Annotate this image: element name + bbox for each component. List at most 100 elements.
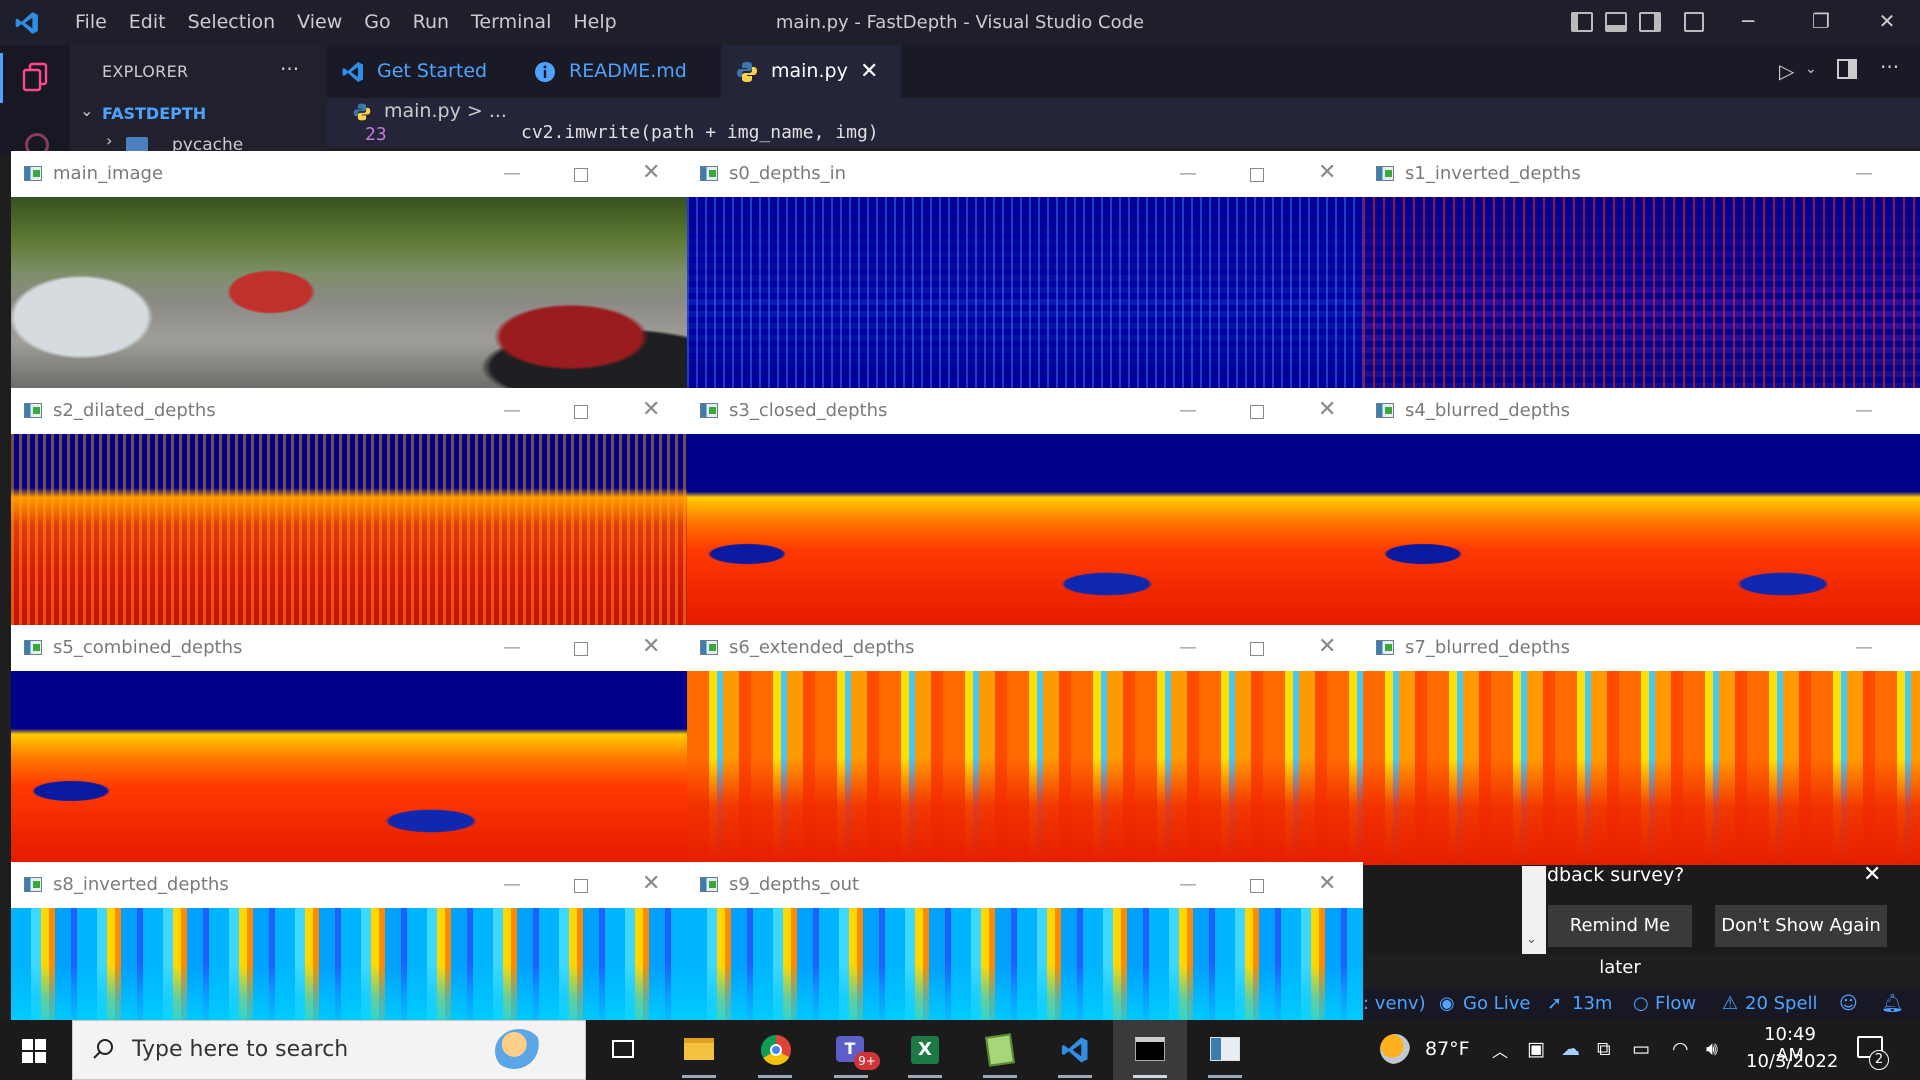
minimize-icon[interactable]: — xyxy=(503,163,521,184)
task-view-button[interactable] xyxy=(586,1020,660,1080)
customize-layout-icon[interactable] xyxy=(1684,12,1704,32)
cv-window-titlebar[interactable]: s6_extended_depths — ✕ xyxy=(687,625,1363,671)
close-icon[interactable]: ✕ xyxy=(1318,397,1336,422)
tab-readme[interactable]: README.md xyxy=(519,45,721,98)
battery-icon[interactable]: ▭ xyxy=(1632,1038,1650,1060)
vscode-logo-icon[interactable] xyxy=(14,10,40,36)
workspace-folder[interactable]: FASTDEPTH xyxy=(102,104,206,123)
status-timer[interactable]: 13m xyxy=(1572,993,1612,1014)
status-flow[interactable]: Flow xyxy=(1655,993,1696,1014)
taskbar-vscode[interactable] xyxy=(1038,1020,1112,1080)
toggle-sidebar-icon[interactable] xyxy=(1571,12,1593,32)
maximize-icon[interactable] xyxy=(574,168,588,182)
cv-window-s3-closed-depths[interactable]: s3_closed_depths — ✕ xyxy=(687,388,1363,626)
cv-window-s0-depths-in[interactable]: s0_depths_in — ✕ xyxy=(687,151,1363,389)
minimize-icon[interactable]: — xyxy=(1855,400,1873,421)
chevron-down-icon[interactable]: ⌄ xyxy=(1805,61,1817,77)
more-actions-icon[interactable]: ··· xyxy=(1880,55,1899,79)
close-icon[interactable]: ✕ xyxy=(642,634,660,659)
cv-window-titlebar[interactable]: s4_blurred_depths — xyxy=(1363,388,1920,434)
window-close-button[interactable]: ✕ xyxy=(1858,0,1916,45)
taskbar-notepad-plus-plus[interactable] xyxy=(963,1020,1037,1080)
volume-icon[interactable]: 🔊︎ xyxy=(1706,1038,1718,1060)
cv-window-s9-depths-out[interactable]: s9_depths_out — ✕ xyxy=(687,862,1363,1020)
bell-icon[interactable]: 🔔︎ xyxy=(1881,993,1904,1014)
maximize-icon[interactable] xyxy=(1250,642,1264,656)
minimize-icon[interactable]: — xyxy=(1179,400,1197,421)
cv-window-titlebar[interactable]: s7_blurred_depths — xyxy=(1363,625,1920,671)
dont-show-again-button[interactable]: Don't Show Again xyxy=(1715,905,1887,947)
maximize-icon[interactable] xyxy=(574,405,588,419)
minimize-icon[interactable]: — xyxy=(1179,637,1197,658)
close-icon[interactable]: ✕ xyxy=(1318,634,1336,659)
cv-window-main-image[interactable]: main_image — ✕ xyxy=(11,151,687,389)
chevron-down-icon[interactable]: ⌄ xyxy=(80,101,93,120)
feedback-icon[interactable]: ☺ xyxy=(1839,993,1858,1014)
taskbar-chrome[interactable] xyxy=(738,1020,812,1080)
cv-window-s6-extended-depths[interactable]: s6_extended_depths — ✕ xyxy=(687,625,1363,863)
status-go-live[interactable]: Go Live xyxy=(1463,993,1530,1014)
cv-window-titlebar[interactable]: s8_inverted_depths — ✕ xyxy=(11,862,687,908)
clock-date[interactable]: 10/3/2022 xyxy=(1746,1051,1838,1072)
maximize-icon[interactable] xyxy=(1250,405,1264,419)
close-icon[interactable]: ✕ xyxy=(1318,160,1336,185)
maximize-icon[interactable] xyxy=(574,642,588,656)
toggle-secondary-sidebar-icon[interactable] xyxy=(1639,12,1661,32)
minimize-icon[interactable]: — xyxy=(1855,637,1873,658)
cv-window-s8-inverted-depths[interactable]: s8_inverted_depths — ✕ xyxy=(11,862,687,1020)
cv-window-titlebar[interactable]: s0_depths_in — ✕ xyxy=(687,151,1363,197)
minimize-icon[interactable]: — xyxy=(503,874,521,895)
close-icon[interactable]: ✕ xyxy=(1318,871,1336,896)
status-python-env[interactable]: : venv) xyxy=(1363,993,1426,1014)
cv-window-titlebar[interactable]: s3_closed_depths — ✕ xyxy=(687,388,1363,434)
menu-go[interactable]: Go xyxy=(353,0,401,45)
meet-now-icon[interactable]: ▣ xyxy=(1527,1038,1545,1060)
onedrive-icon[interactable]: ☁ xyxy=(1561,1038,1580,1060)
minimize-icon[interactable]: — xyxy=(503,400,521,421)
cv-window-titlebar[interactable]: main_image — ✕ xyxy=(11,151,687,197)
close-icon[interactable]: ✕ xyxy=(642,160,660,185)
run-icon[interactable]: ▷ xyxy=(1779,59,1794,83)
cv-window-s4-blurred-depths[interactable]: s4_blurred_depths — xyxy=(1363,388,1920,626)
menu-view[interactable]: View xyxy=(286,0,353,45)
window-minimize-button[interactable]: ─ xyxy=(1719,0,1777,45)
maximize-icon[interactable] xyxy=(1250,879,1264,893)
code-text[interactable]: cv2.imwrite(path + img_name, img) xyxy=(521,122,879,143)
taskbar-terminal[interactable] xyxy=(1113,1020,1187,1080)
weather-temperature[interactable]: 87°F xyxy=(1425,1038,1470,1060)
maximize-icon[interactable] xyxy=(1250,168,1264,182)
cv-window-s2-dilated-depths[interactable]: s2_dilated_depths — ✕ xyxy=(11,388,687,626)
cv-window-titlebar[interactable]: s1_inverted_depths — xyxy=(1363,151,1920,197)
cv-window-titlebar[interactable]: s2_dilated_depths — ✕ xyxy=(11,388,687,434)
minimize-icon[interactable]: — xyxy=(1179,874,1197,895)
menu-terminal[interactable]: Terminal xyxy=(460,0,562,45)
notification-scrollbar[interactable]: ⌄ xyxy=(1522,866,1546,954)
taskbar-teams[interactable]: T 9+ xyxy=(814,1020,888,1080)
status-spell[interactable]: 20 Spell xyxy=(1745,993,1818,1014)
taskbar-search-box[interactable]: Type here to search xyxy=(72,1020,586,1080)
cv-window-titlebar[interactable]: s9_depths_out — ✕ xyxy=(687,862,1363,908)
close-icon[interactable]: ✕ xyxy=(642,397,660,422)
weather-icon[interactable] xyxy=(1380,1034,1410,1064)
chevron-up-icon[interactable]: ︿ xyxy=(1492,1038,1508,1062)
close-icon[interactable]: ✕ xyxy=(642,871,660,896)
display-icon[interactable]: ⧉ xyxy=(1597,1038,1611,1060)
explorer-files-icon[interactable] xyxy=(20,61,52,93)
cv-window-s7-blurred-depths[interactable]: s7_blurred_depths — xyxy=(1363,625,1920,865)
taskbar-opencv-window[interactable] xyxy=(1188,1020,1262,1080)
taskbar-excel[interactable]: X xyxy=(888,1020,962,1080)
minimize-icon[interactable]: — xyxy=(1855,163,1873,184)
minimize-icon[interactable]: — xyxy=(503,637,521,658)
wifi-icon[interactable]: ◠ xyxy=(1672,1038,1689,1060)
split-editor-icon[interactable] xyxy=(1837,59,1857,79)
toggle-panel-icon[interactable] xyxy=(1605,12,1627,32)
windows-start-icon[interactable] xyxy=(22,1039,46,1063)
menu-help[interactable]: Help xyxy=(562,0,627,45)
remind-me-later-button[interactable]: Remind Me later xyxy=(1548,905,1692,978)
explorer-more-actions-button[interactable]: ··· xyxy=(280,57,299,81)
chevron-down-icon[interactable]: ⌄ xyxy=(1526,932,1537,947)
tab-get-started[interactable]: Get Started xyxy=(327,45,519,98)
notification-close-button[interactable]: ✕ xyxy=(1863,862,1881,887)
cv-window-s1-inverted-depths[interactable]: s1_inverted_depths — xyxy=(1363,151,1920,389)
cv-window-s5-combined-depths[interactable]: s5_combined_depths — ✕ xyxy=(11,625,687,863)
